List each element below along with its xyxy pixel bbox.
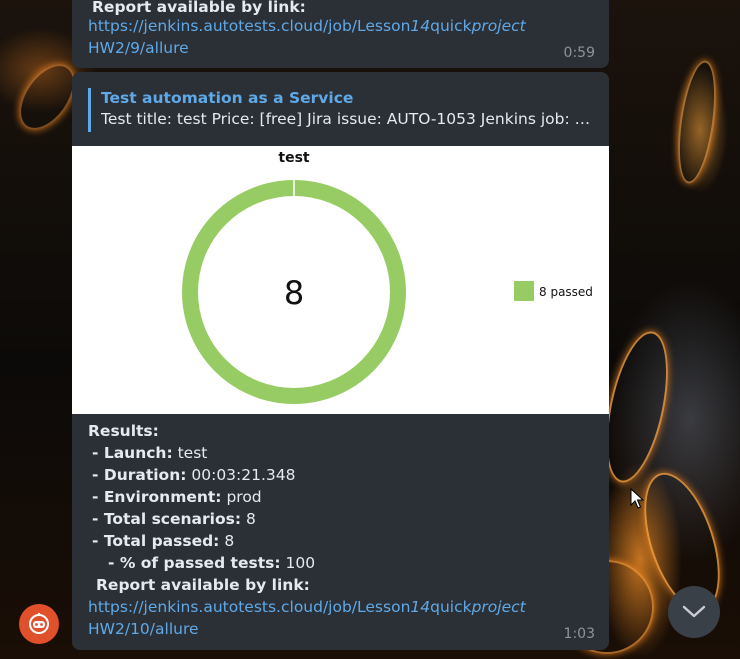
link-text[interactable]: project bbox=[472, 598, 526, 616]
result-value: 8 bbox=[241, 510, 256, 528]
bot-avatar[interactable] bbox=[19, 604, 59, 644]
results-chart-image[interactable]: test 8 8 passed bbox=[72, 146, 609, 414]
reply-text: Test title: test Price: [free] Jira issu… bbox=[101, 110, 593, 128]
result-label: - Launch: bbox=[92, 444, 173, 462]
reply-title: Test automation as a Service bbox=[101, 89, 354, 107]
result-item: - Launch: test bbox=[92, 442, 207, 464]
result-value: 8 bbox=[219, 532, 235, 550]
legend-swatch bbox=[514, 281, 534, 301]
link-text[interactable]: 14 bbox=[410, 17, 430, 35]
result-item: - Total scenarios: 8 bbox=[92, 508, 256, 530]
result-value: 00:03:21.348 bbox=[186, 466, 296, 484]
message-time: 1:03 bbox=[563, 626, 595, 642]
report-link[interactable]: https://jenkins.autotests.cloud/job/Less… bbox=[88, 596, 526, 618]
result-item: - % of passed tests: 100 bbox=[108, 552, 315, 574]
result-item: - Total passed: 8 bbox=[92, 530, 234, 552]
scroll-down-button[interactable] bbox=[668, 586, 720, 638]
result-label: - Total scenarios: bbox=[92, 510, 242, 528]
result-value: test bbox=[172, 444, 208, 462]
result-label: - % of passed tests: bbox=[108, 554, 281, 572]
link-text[interactable]: https://jenkins.autotests.cloud/job/Less… bbox=[88, 17, 410, 35]
link-text[interactable]: quick bbox=[430, 17, 471, 35]
report-link-line2[interactable]: HW2/10/allure bbox=[88, 618, 199, 640]
link-text[interactable]: quick bbox=[430, 598, 471, 616]
report-link-line2[interactable]: HW2/9/allure bbox=[88, 37, 189, 59]
link-text[interactable]: https://jenkins.autotests.cloud/job/Less… bbox=[88, 598, 410, 616]
legend-label: 8 passed bbox=[539, 285, 593, 299]
result-value: prod bbox=[221, 488, 262, 506]
result-item: - Environment: prod bbox=[92, 486, 262, 508]
result-value: 100 bbox=[280, 554, 316, 572]
result-item: - Duration: 00:03:21.348 bbox=[92, 464, 296, 486]
link-text[interactable]: project bbox=[472, 17, 526, 35]
result-label: - Duration: bbox=[92, 466, 187, 484]
reply-preview[interactable]: Test automation as a Service Test title:… bbox=[88, 88, 593, 132]
chart-title: test bbox=[278, 150, 310, 166]
report-label: Report available by link: bbox=[96, 576, 310, 594]
link-text[interactable]: 14 bbox=[410, 598, 430, 616]
chevron-down-icon bbox=[682, 605, 706, 618]
result-label: - Environment: bbox=[92, 488, 222, 506]
message-time: 0:59 bbox=[563, 45, 595, 61]
message-bubble: Test automation as a Service Test title:… bbox=[72, 72, 609, 650]
results-heading: Results: bbox=[88, 422, 159, 440]
wallpaper-glow bbox=[671, 58, 723, 186]
donut-chart: test 8 8 passed bbox=[182, 150, 593, 404]
chart-center-label: 8 bbox=[284, 274, 304, 312]
bot-avatar-icon bbox=[29, 613, 49, 634]
message-bubble-previous: Report available by link: https://jenkin… bbox=[72, 0, 609, 68]
result-label: - Total passed: bbox=[92, 532, 220, 550]
report-link[interactable]: https://jenkins.autotests.cloud/job/Less… bbox=[88, 15, 526, 37]
mouse-pointer-icon bbox=[630, 487, 645, 514]
